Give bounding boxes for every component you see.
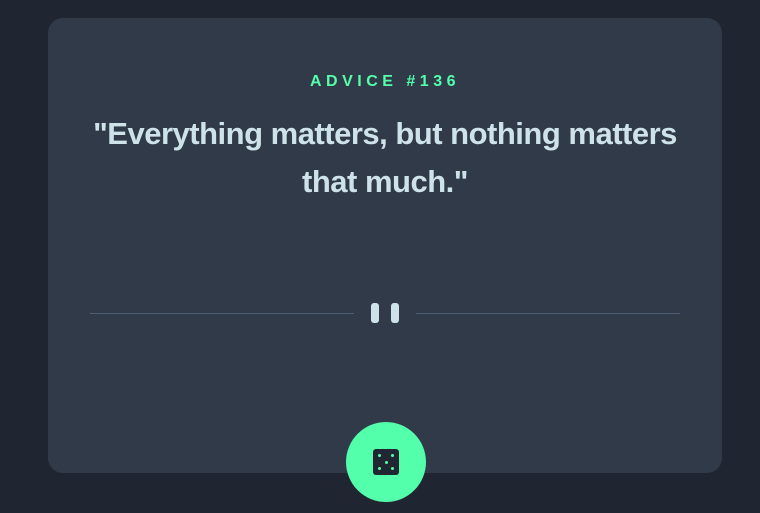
dice-pip [391, 467, 394, 470]
dice-pip [378, 454, 381, 457]
dice-icon [373, 449, 399, 475]
pause-bar-right [391, 303, 399, 323]
dice-pip [391, 454, 394, 457]
pause-bar-left [371, 303, 379, 323]
advice-card: ADVICE #136 "Everything matters, but not… [48, 18, 722, 502]
advice-quote: "Everything matters, but nothing matters… [93, 116, 677, 199]
pause-icon [371, 303, 401, 323]
new-advice-button[interactable] [346, 422, 426, 502]
divider-line-left [90, 313, 354, 314]
divider-line-right [416, 313, 680, 314]
dice-pip [378, 467, 381, 470]
advice-id: ADVICE #136 [310, 73, 460, 90]
dice-pip [384, 460, 388, 464]
divider [90, 301, 680, 325]
